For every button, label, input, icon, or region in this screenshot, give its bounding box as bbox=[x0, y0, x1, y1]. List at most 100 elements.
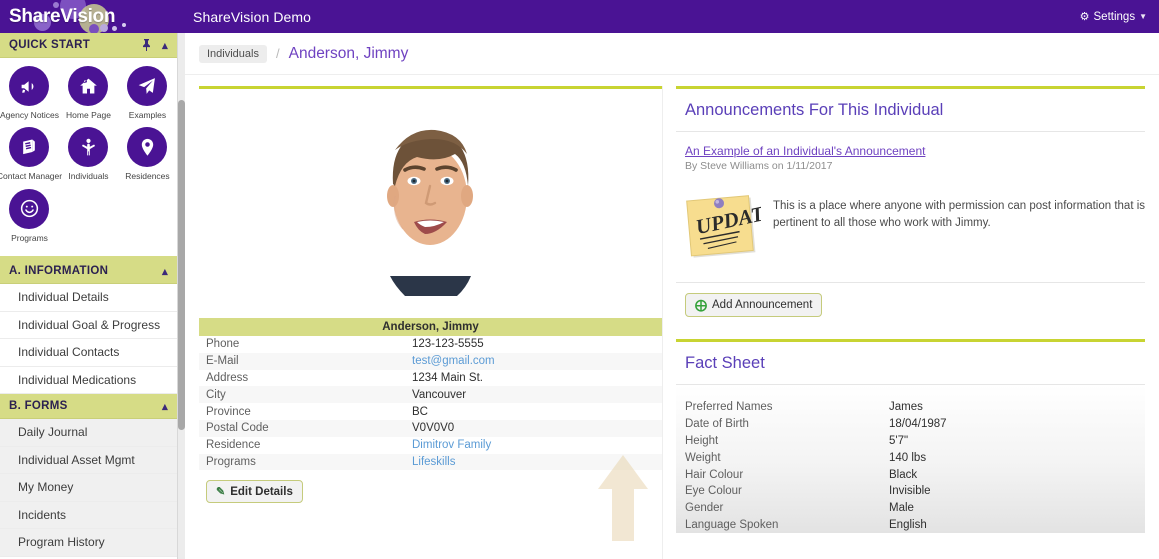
sidebar-item-label: Daily Journal bbox=[18, 425, 88, 440]
quick-start-label: Agency Notices bbox=[0, 110, 60, 120]
section-title-forms: B. FORMS bbox=[9, 400, 68, 413]
sidebar-item-individual-asset-mgmt[interactable]: Individual Asset Mgmt bbox=[0, 446, 177, 475]
app-title: ShareVision Demo bbox=[193, 8, 312, 25]
fact-row: Date of Birth 18/04/1987 bbox=[676, 416, 1145, 433]
detail-value-residence-link[interactable]: Dimitrov Family bbox=[412, 439, 491, 451]
detail-row: E-Mail test@gmail.com bbox=[199, 352, 662, 370]
detail-row: City Vancouver bbox=[199, 386, 662, 404]
edit-details-button[interactable]: ✎ Edit Details bbox=[206, 480, 303, 504]
fact-key: Weight bbox=[685, 451, 721, 464]
detail-value: V0V0V0 bbox=[412, 422, 455, 435]
quick-start-label: Examples bbox=[128, 110, 167, 120]
fact-key: Preferred Names bbox=[685, 401, 773, 414]
detail-key: Province bbox=[206, 405, 251, 418]
chevron-up-icon[interactable]: ▴ bbox=[162, 265, 168, 278]
detail-key: E-Mail bbox=[206, 355, 239, 368]
sidebar-item-incidents[interactable]: Incidents bbox=[0, 501, 177, 530]
fact-value: Male bbox=[889, 502, 914, 515]
detail-value: BC bbox=[412, 405, 428, 418]
quick-start-item-contact-manager[interactable]: Contact Manager bbox=[0, 127, 63, 182]
home-icon bbox=[68, 66, 109, 106]
quick-start-title: QUICK START bbox=[9, 39, 91, 51]
detail-value: 1234 Main St. bbox=[412, 371, 483, 384]
quick-start-label: Home Page bbox=[66, 110, 111, 120]
announcement-title-link[interactable]: An Example of an Individual's Announceme… bbox=[676, 132, 1145, 158]
fact-key: Language Spoken bbox=[685, 518, 779, 531]
detail-row: Address 1234 Main St. bbox=[199, 369, 662, 387]
chevron-up-icon[interactable]: ▴ bbox=[162, 400, 168, 413]
add-announcement-button[interactable]: ⨁ Add Announcement bbox=[685, 293, 823, 317]
fact-sheet-list: Preferred Names James Date of Birth 18/0… bbox=[676, 385, 1145, 534]
sidebar-item-label: Individual Contacts bbox=[18, 345, 120, 360]
sidebar-item-individual-goal-progress[interactable]: Individual Goal & Progress bbox=[0, 311, 177, 340]
detail-row: Province BC bbox=[199, 403, 662, 420]
fact-key: Height bbox=[685, 434, 719, 447]
quick-start-item-individuals[interactable]: Individuals bbox=[59, 127, 118, 181]
sidebar-item-my-money[interactable]: My Money bbox=[0, 474, 177, 502]
fact-value: 18/04/1987 bbox=[889, 418, 947, 431]
quick-start-item-agency-notices[interactable]: Agency Notices bbox=[0, 66, 59, 120]
announcement-text: This is a place where anyone with permis… bbox=[773, 200, 1146, 229]
quick-start-item-residences[interactable]: Residences bbox=[118, 127, 177, 181]
detail-row: Programs Lifeskills bbox=[199, 453, 662, 471]
map-pin-icon bbox=[127, 127, 168, 168]
sidebar-section-information[interactable]: A. INFORMATION ▴ bbox=[0, 259, 177, 285]
breadcrumb-separator: / bbox=[275, 46, 280, 61]
sidebar-section-forms[interactable]: B. FORMS ▴ bbox=[0, 394, 177, 420]
sidebar-item-daily-journal[interactable]: Daily Journal bbox=[0, 419, 177, 447]
detail-key: Programs bbox=[206, 455, 256, 468]
logo-text: ShareVision bbox=[9, 5, 116, 27]
quick-start-label: Contact Manager bbox=[0, 171, 63, 182]
detail-value: 123-123-5555 bbox=[412, 338, 484, 351]
detail-value: Vancouver bbox=[412, 388, 467, 401]
detail-row: Phone 123-123-5555 bbox=[199, 336, 662, 353]
sidebar-item-label: Incidents bbox=[18, 507, 67, 522]
quick-start-item-examples[interactable]: Examples bbox=[118, 66, 177, 120]
sidebar-item-program-history[interactable]: Program History bbox=[0, 529, 177, 557]
logo-bubble-decoration bbox=[122, 23, 126, 27]
fact-row: Language Spoken English bbox=[676, 517, 1145, 534]
update-sticky-note-icon: UPDATE bbox=[686, 195, 761, 258]
detail-key: Address bbox=[206, 371, 249, 384]
fact-key: Date of Birth bbox=[685, 418, 749, 431]
sidebar-item-label: My Money bbox=[18, 480, 74, 495]
pin-icon[interactable] bbox=[141, 39, 152, 51]
sidebar: QUICK START ▴ Agency Notices Home Page E… bbox=[0, 33, 178, 559]
quick-start-item-home-page[interactable]: Home Page bbox=[59, 66, 118, 120]
sidebar-scrollbar-thumb[interactable] bbox=[178, 100, 185, 430]
app-logo[interactable]: ShareVision bbox=[0, 0, 185, 33]
fact-value: Black bbox=[889, 468, 918, 481]
detail-row: Postal Code V0V0V0 bbox=[199, 419, 662, 437]
right-column: Announcements For This Individual An Exa… bbox=[676, 86, 1146, 534]
sidebar-item-individual-contacts[interactable]: Individual Contacts bbox=[0, 339, 177, 367]
fact-value: 5'7" bbox=[889, 434, 909, 447]
sidebar-section-quick-start[interactable]: QUICK START ▴ bbox=[0, 33, 177, 58]
sidebar-item-individual-medications[interactable]: Individual Medications bbox=[0, 366, 177, 395]
individual-name-band: Anderson, Jimmy bbox=[199, 318, 662, 336]
chevron-up-icon[interactable]: ▴ bbox=[162, 39, 168, 52]
sidebar-item-individual-details[interactable]: Individual Details bbox=[0, 284, 177, 312]
individual-panel: Anderson, Jimmy Phone 123-123-5555 E-Mai… bbox=[199, 86, 662, 541]
detail-value-programs-link[interactable]: Lifeskills bbox=[412, 456, 455, 468]
settings-menu[interactable]: ⚙ Settings ▼ bbox=[1080, 10, 1147, 24]
quick-start-label: Individuals bbox=[68, 171, 109, 182]
fact-row: Weight 140 lbs bbox=[676, 449, 1145, 466]
paper-plane-icon bbox=[127, 66, 168, 106]
detail-key: City bbox=[206, 388, 226, 401]
smiley-icon bbox=[9, 188, 50, 229]
announcements-title: Announcements For This Individual bbox=[676, 89, 1145, 132]
fact-value: Invisible bbox=[889, 485, 931, 498]
announcement-meta: By Steve Williams on 1/11/2017 bbox=[685, 160, 833, 172]
detail-value-email-link[interactable]: test@gmail.com bbox=[412, 355, 495, 367]
sidebar-item-label: Individual Goal & Progress bbox=[18, 317, 161, 332]
sidebar-item-label: Individual Medications bbox=[18, 372, 137, 387]
quick-start-label: Residences bbox=[125, 171, 170, 182]
breadcrumb-individuals[interactable]: Individuals bbox=[199, 44, 267, 63]
main-content: Individuals / Anderson, Jimmy Anderson, … bbox=[185, 33, 1159, 559]
quick-start-item-programs[interactable]: Programs bbox=[0, 188, 59, 243]
detail-key: Residence bbox=[206, 439, 261, 452]
breadcrumb: Individuals / Anderson, Jimmy bbox=[185, 33, 1159, 75]
plus-circle-icon: ⨁ bbox=[695, 298, 707, 312]
pencil-icon: ✎ bbox=[216, 486, 226, 499]
fact-value: English bbox=[889, 518, 927, 531]
